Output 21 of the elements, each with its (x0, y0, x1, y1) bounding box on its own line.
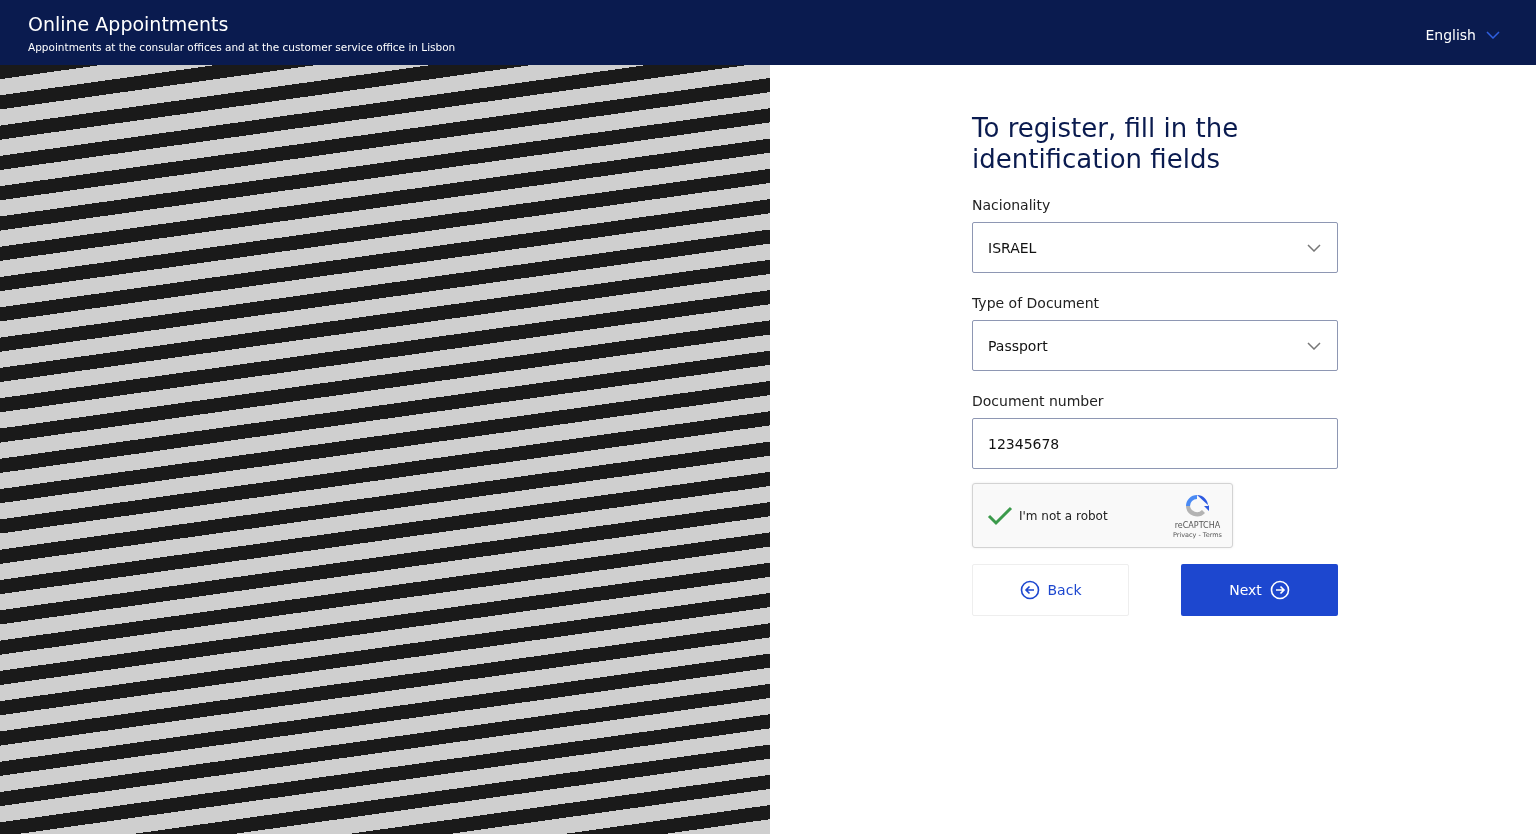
checkmark-icon (987, 505, 1013, 526)
form-heading: To register, fill in the identification fields (972, 113, 1240, 175)
next-button[interactable]: Next (1181, 564, 1338, 616)
chevron-down-icon (1307, 243, 1321, 252)
captcha-logo-icon (1183, 492, 1212, 520)
select-field[interactable]: ISRAEL (972, 222, 1338, 273)
chevron-down-icon (1307, 341, 1321, 350)
input-field[interactable]: 12345678 (972, 418, 1338, 469)
field-label: Nacionality (972, 197, 1052, 213)
field-label: Type of Document (972, 295, 1101, 311)
arrow-right-circle-icon (1269, 580, 1290, 600)
chevron-down-icon (1486, 30, 1500, 39)
select-field[interactable]: Passport (972, 320, 1338, 371)
back-button[interactable]: Back (972, 564, 1129, 616)
field-label: Document number (972, 393, 1105, 409)
site-title: Online Appointments (28, 12, 230, 35)
language-selector[interactable]: English (1425, 26, 1500, 43)
captcha-label: I'm not a robot (1019, 508, 1109, 523)
captcha-brand: reCAPTCHA (1174, 521, 1221, 530)
site-subtitle: Appointments at the consular offices and at the customer service office in Lisbon (28, 40, 456, 53)
arrow-left-circle-icon (1019, 580, 1040, 600)
